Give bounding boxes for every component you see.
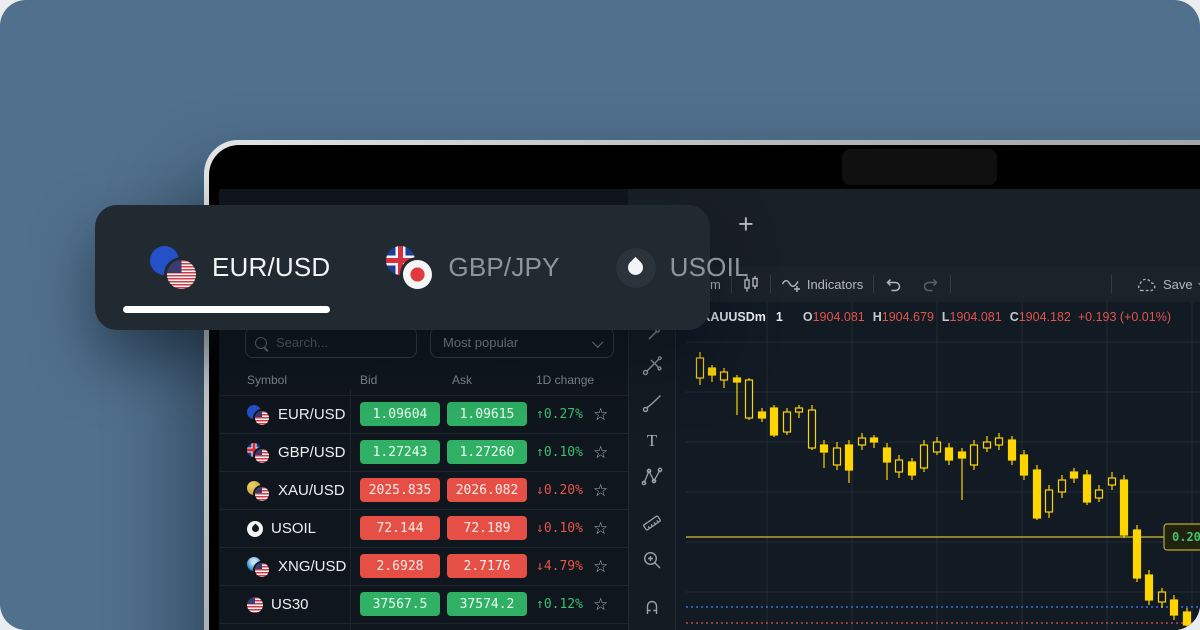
ruler-tool-button[interactable] xyxy=(641,512,663,534)
bid-price-button[interactable]: 1.09604 xyxy=(360,402,440,426)
us-symbol-icon xyxy=(247,597,263,613)
gas-us-symbol-icon xyxy=(247,557,270,577)
gold-us-symbol-icon xyxy=(247,481,270,501)
filter-value: Most popular xyxy=(443,335,518,350)
watchlist-header: Symbol Bid Ask 1D change xyxy=(219,373,628,393)
daily-change: ↑0.27% xyxy=(536,396,583,433)
symbol-cell: EUR/USD xyxy=(247,396,346,433)
favorite-star-button[interactable]: ☆ xyxy=(593,396,608,433)
svg-text:T: T xyxy=(647,431,658,450)
ask-price-button[interactable]: 2.7176 xyxy=(447,554,527,578)
price-chart[interactable]: XAUUSDm1O1904.081H1904.679L1904.081C1904… xyxy=(676,302,1200,630)
watchlist-row[interactable]: US30 37567.5 37574.2 ↑0.12% ☆ xyxy=(219,585,628,623)
watchlist-row[interactable]: XNG/USD 2.6928 2.7176 ↓4.79% ☆ xyxy=(219,547,628,585)
ask-price-button[interactable]: 1.27260 xyxy=(447,440,527,464)
account-balance: 9,940.26 USD xyxy=(1188,221,1200,248)
tab-eurusd[interactable]: EUR/USD xyxy=(150,246,330,290)
chevron-down-icon xyxy=(592,336,603,347)
tab-label: EUR/USD xyxy=(212,252,330,283)
symbol-cell: XNG/USD xyxy=(247,548,346,585)
price-alert-label: 0.20 xyxy=(1164,524,1200,550)
col-symbol: Symbol xyxy=(247,373,287,387)
symbol-cell: GBP/USD xyxy=(247,434,346,471)
bid-price-button[interactable]: 37567.5 xyxy=(360,592,440,616)
ask-price-button[interactable]: 2026.082 xyxy=(447,478,527,502)
bid-price-button[interactable]: 2025.835 xyxy=(360,478,440,502)
bid-price-button[interactable]: 72.144 xyxy=(360,516,440,540)
col-ask: Ask xyxy=(452,373,472,387)
oil-symbol-icon xyxy=(247,521,263,537)
watchlist-row[interactable]: USOIL 72.144 72.189 ↓0.10% ☆ xyxy=(219,509,628,547)
search-input[interactable] xyxy=(274,334,388,351)
tab-gbpjpy[interactable]: GBP/JPY xyxy=(386,246,559,290)
ask-price-button[interactable]: 1.09615 xyxy=(447,402,527,426)
favorite-star-button[interactable]: ☆ xyxy=(593,510,608,547)
watchlist-row[interactable]: EUR/USD 1.09604 1.09615 ↑0.27% ☆ xyxy=(219,395,628,433)
legend-change: +0.193 (+0.01%) xyxy=(1078,310,1171,324)
camera-notch xyxy=(842,149,997,185)
brush-tool-button[interactable] xyxy=(641,392,663,414)
eu-us-symbol-icon xyxy=(247,405,270,425)
undo-button[interactable] xyxy=(874,276,912,292)
eur-usd-flags-icon xyxy=(150,246,198,290)
col-bid: Bid xyxy=(360,373,377,387)
indicators-button[interactable]: Indicators xyxy=(771,275,873,293)
favorite-star-button[interactable]: ☆ xyxy=(593,548,608,585)
redo-button[interactable] xyxy=(912,276,950,292)
bid-price-button[interactable]: 2.6928 xyxy=(360,554,440,578)
legend-symbol: XAUUSDm xyxy=(702,310,766,324)
symbol-cell: USOIL xyxy=(247,510,316,547)
gbp-jpy-flags-icon xyxy=(386,246,434,290)
tab-label: GBP/JPY xyxy=(448,252,559,283)
watchlist-row[interactable] xyxy=(219,623,628,630)
redo-icon xyxy=(922,276,940,292)
filter-dropdown[interactable]: Most popular xyxy=(430,327,614,358)
active-tab-underline xyxy=(123,306,330,313)
daily-change: ↑0.10% xyxy=(536,434,583,471)
favorite-star-button[interactable]: ☆ xyxy=(593,472,608,509)
tab-label: USOIL xyxy=(670,252,749,283)
ask-price-button[interactable]: 72.189 xyxy=(447,516,527,540)
daily-change: ↓0.10% xyxy=(536,510,583,547)
symbol-cell: US30 xyxy=(247,586,309,623)
favorite-star-button[interactable]: ☆ xyxy=(593,434,608,471)
cloud-save-icon xyxy=(1135,276,1157,293)
watchlist-row[interactable]: XAU/USD 2025.835 2026.082 ↓0.20% ☆ xyxy=(219,471,628,509)
xabcd-pattern-tool-button[interactable] xyxy=(641,466,663,488)
search-field[interactable] xyxy=(245,327,417,358)
promo-banner: Most popular Symbol Bid Ask 1D change EU… xyxy=(0,0,1200,630)
trendline-tool-button[interactable] xyxy=(641,355,663,377)
drawing-tools-sidebar: T xyxy=(628,302,676,630)
legend-timeframe: 1 xyxy=(776,310,783,324)
bid-price-button[interactable]: 1.27243 xyxy=(360,440,440,464)
svg-text:0.20: 0.20 xyxy=(1172,530,1200,544)
ask-price-button[interactable]: 37574.2 xyxy=(447,592,527,616)
daily-change: ↓4.79% xyxy=(536,548,583,585)
ohlc-legend: XAUUSDm1O1904.081H1904.679L1904.081C1904… xyxy=(702,310,1171,324)
symbol-cell xyxy=(247,624,271,630)
watchlist-row[interactable]: GBP/USD 1.27243 1.27260 ↑0.10% ☆ xyxy=(219,433,628,471)
account-switcher[interactable]: REAL # 54996943 9,940.26 USD xyxy=(1188,203,1200,248)
save-button[interactable]: Save xyxy=(1125,276,1200,293)
symbol-cell: XAU/USD xyxy=(247,472,345,509)
daily-change: ↑0.12% xyxy=(536,586,583,623)
tab-usoil[interactable]: USOIL xyxy=(616,248,749,288)
watchlist-rows: EUR/USD 1.09604 1.09615 ↑0.27% ☆ GBP/USD 1.272… xyxy=(219,395,628,630)
search-icon xyxy=(255,337,267,349)
add-tab-button[interactable]: + xyxy=(738,211,754,238)
candlesticks xyxy=(697,352,1191,630)
candlestick-chart-svg[interactable]: 0.20 xyxy=(686,302,1200,630)
zoom-in-tool-button[interactable] xyxy=(641,549,663,571)
favorite-star-button[interactable]: ☆ xyxy=(593,586,608,623)
indicators-icon xyxy=(781,275,801,293)
gb-us-symbol-icon xyxy=(247,443,270,463)
daily-change: ↓0.20% xyxy=(536,472,583,509)
instrument-switcher-card: EUR/USD GBP/JPY USOIL xyxy=(95,205,710,330)
undo-icon xyxy=(884,276,902,292)
magnet-tool-button[interactable] xyxy=(641,595,663,617)
col-1d-change: 1D change xyxy=(536,373,594,387)
text-tool-button[interactable]: T xyxy=(641,429,663,451)
oil-drop-icon xyxy=(616,248,656,288)
